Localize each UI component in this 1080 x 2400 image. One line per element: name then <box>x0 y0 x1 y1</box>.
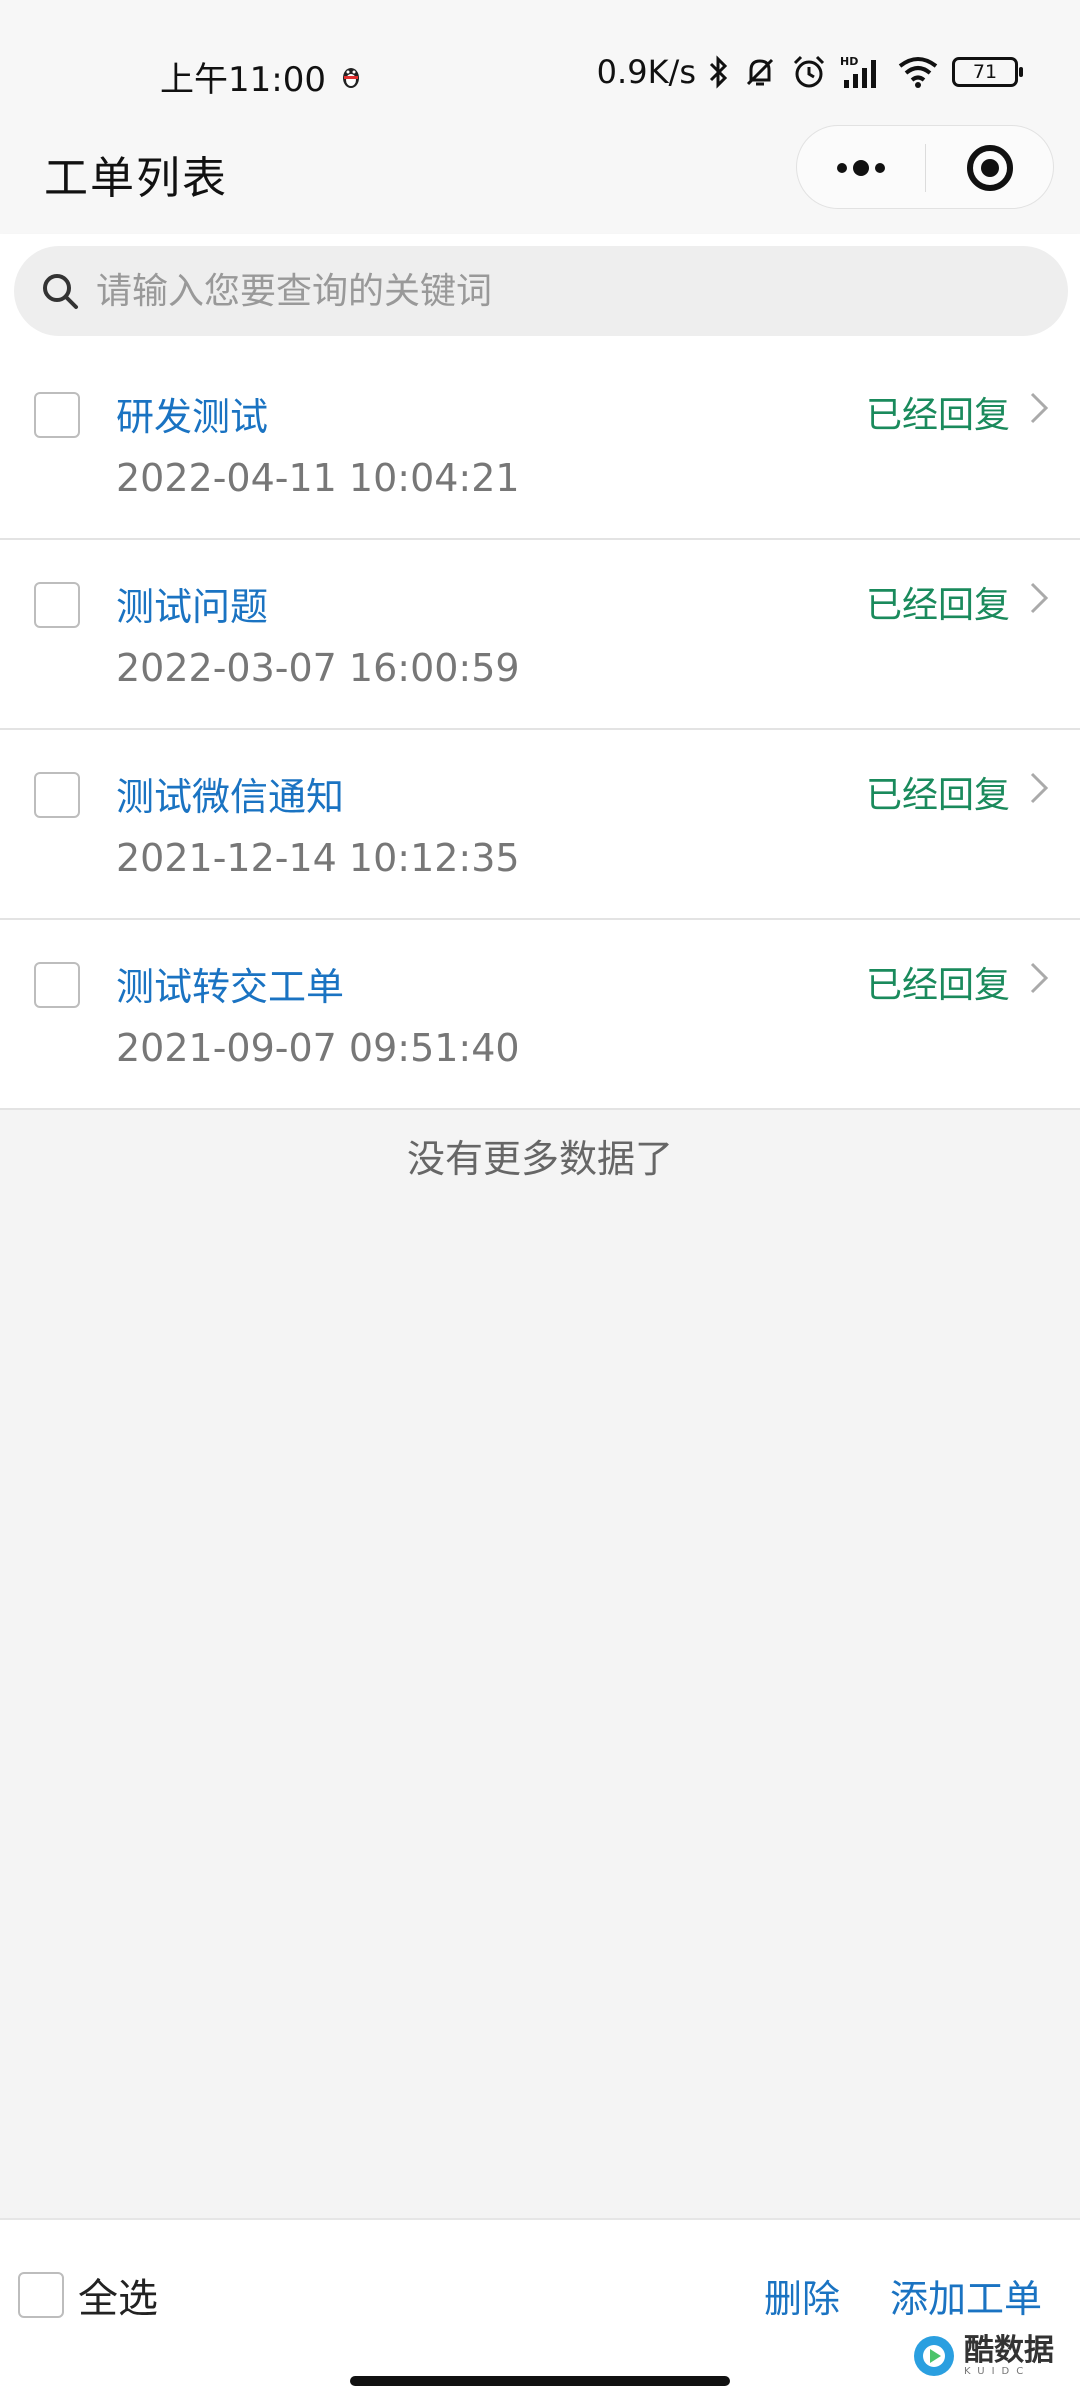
chevron-right-icon[interactable] <box>1026 766 1054 810</box>
more-dots-icon <box>837 163 847 173</box>
svg-text:HD: HD <box>840 55 858 68</box>
ticket-date: 2021-09-07 09:51:40 <box>116 1026 520 1070</box>
ticket-row[interactable]: 测试问题 2022-03-07 16:00:59 已经回复 <box>0 540 1080 730</box>
network-speed: 0.9K/s <box>596 53 696 91</box>
ticket-title[interactable]: 研发测试 <box>116 386 268 441</box>
bell-muted-icon <box>746 58 774 86</box>
more-dots-icon-center <box>853 160 869 176</box>
more-button[interactable] <box>797 126 925 210</box>
home-indicator[interactable] <box>350 2376 730 2386</box>
bottom-action-bar: 全选 删除 添加工单 酷数据 KUIDC <box>0 2218 1080 2400</box>
ticket-status: 已经回复 <box>865 395 1010 436</box>
chevron-right-icon[interactable] <box>1026 956 1054 1000</box>
more-dots-icon-right <box>875 163 885 173</box>
ticket-date: 2022-04-11 10:04:21 <box>116 456 520 500</box>
battery-icon: 71 <box>952 57 1023 87</box>
ticket-status: 已经回复 <box>865 965 1010 1006</box>
ticket-checkbox[interactable] <box>34 392 80 438</box>
page-title: 工单列表 <box>44 153 228 204</box>
watermark-logo-icon <box>914 2336 954 2376</box>
qq-penguin-icon <box>342 67 359 88</box>
select-all-checkbox[interactable] <box>18 2272 64 2318</box>
target-close-icon <box>967 145 1013 191</box>
add-ticket-button[interactable]: 添加工单 <box>890 2268 1042 2323</box>
mini-program-capsule <box>796 125 1054 209</box>
ticket-title[interactable]: 测试转交工单 <box>116 956 344 1011</box>
watermark-text: 酷数据 <box>964 2332 1054 2368</box>
battery-level: 71 <box>972 61 998 83</box>
bluetooth-icon <box>709 55 728 89</box>
watermark: 酷数据 KUIDC <box>910 2332 1054 2380</box>
chevron-right-icon[interactable] <box>1026 386 1054 430</box>
select-all-label: 全选 <box>78 2276 158 2322</box>
alarm-icon <box>793 55 825 88</box>
select-all-toggle[interactable]: 全选 <box>18 2266 158 2324</box>
ticket-date: 2022-03-07 16:00:59 <box>116 646 520 690</box>
ticket-date: 2021-12-14 10:12:35 <box>116 836 520 880</box>
search-area <box>0 234 1080 364</box>
status-indicators: 0.9K/s HD 71 <box>596 50 1023 94</box>
cellular-signal-icon: HD <box>840 55 876 88</box>
ticket-checkbox[interactable] <box>34 772 80 818</box>
close-button[interactable] <box>926 126 1054 210</box>
no-more-data-text: 没有更多数据了 <box>406 1137 673 1181</box>
ticket-checkbox[interactable] <box>34 582 80 628</box>
ticket-checkbox[interactable] <box>34 962 80 1008</box>
search-box[interactable] <box>14 246 1068 336</box>
status-time: 上午11:00 <box>160 52 362 101</box>
ticket-title[interactable]: 测试问题 <box>116 576 268 631</box>
ticket-title[interactable]: 测试微信通知 <box>116 766 344 821</box>
navigation-bar: 工单列表 <box>0 118 1080 234</box>
ticket-list: 研发测试 2022-04-11 10:04:21 已经回复 测试问题 2022-… <box>0 364 1080 1110</box>
ticket-row[interactable]: 测试转交工单 2021-09-07 09:51:40 已经回复 <box>0 920 1080 1110</box>
wifi-icon <box>898 57 938 88</box>
search-input[interactable] <box>96 270 996 312</box>
status-time-text: 上午11:00 <box>160 60 326 100</box>
search-icon <box>43 274 78 309</box>
ticket-row[interactable]: 测试微信通知 2021-12-14 10:12:35 已经回复 <box>0 730 1080 920</box>
ticket-status: 已经回复 <box>865 775 1010 816</box>
ticket-status: 已经回复 <box>865 585 1010 626</box>
ticket-row[interactable]: 研发测试 2022-04-11 10:04:21 已经回复 <box>0 364 1080 540</box>
chevron-right-icon[interactable] <box>1026 576 1054 620</box>
delete-button[interactable]: 删除 <box>764 2268 840 2323</box>
